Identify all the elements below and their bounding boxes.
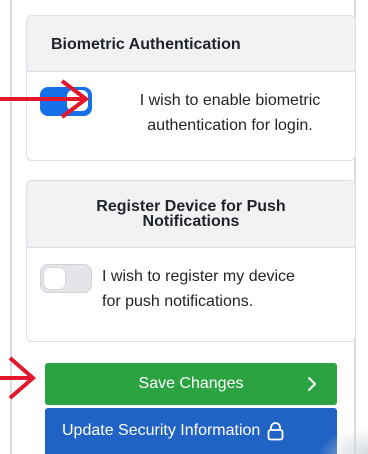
push-option-label: I wish to register my device for push no…: [102, 264, 347, 314]
biometric-card-title: Biometric Authentication: [27, 16, 355, 72]
push-option-line1: I wish to register my device: [102, 268, 295, 285]
push-title-line2: Notifications: [142, 213, 240, 230]
chevron-right-icon: [308, 377, 316, 391]
save-changes-button[interactable]: Save Changes: [45, 363, 337, 405]
save-changes-label: Save Changes: [138, 375, 244, 392]
biometric-option-line2: authentication for login.: [147, 117, 313, 134]
push-toggle[interactable]: [40, 264, 92, 293]
update-security-button[interactable]: Update Security Information: [45, 408, 337, 454]
update-security-label: Update Security Information: [62, 422, 261, 439]
biometric-title-text: Biometric Authentication: [51, 36, 241, 53]
lock-icon: [267, 421, 284, 440]
push-title-line1: Register Device for Push: [96, 198, 286, 215]
biometric-option-line1: I wish to enable biometric: [139, 92, 321, 109]
push-card-title: Register Device for Push Notifications: [27, 181, 355, 248]
push-toggle-knob: [44, 268, 65, 289]
annotation-arrow-icon: [0, 356, 36, 400]
security-settings-screen: Biometric Authentication I wish to enabl…: [0, 0, 368, 454]
corner-shadow: [318, 428, 368, 454]
push-card: Register Device for Push Notifications: [26, 180, 356, 342]
push-option-line2: for push notifications.: [102, 293, 254, 310]
biometric-option-label: I wish to enable biometric authenticatio…: [110, 88, 350, 138]
annotation-arrow-icon: [0, 79, 90, 119]
